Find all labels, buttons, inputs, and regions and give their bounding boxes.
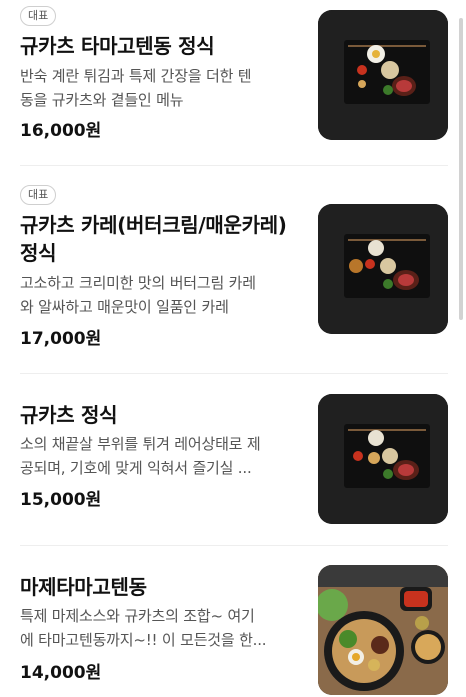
description-line: 공되며, 기호에 맞게 익혀서 즐기실 ...	[20, 459, 252, 477]
menu-item-photo[interactable]	[318, 204, 448, 334]
signature-badge: 대표	[20, 6, 57, 26]
menu-item-photo[interactable]	[318, 10, 448, 140]
description-line: 소의 채끝살 부위를 튀겨 레어상태로 제	[20, 435, 261, 453]
title-line: 정식	[20, 241, 57, 265]
menu-item-title: 마제타마고텐동	[20, 575, 147, 599]
menu-item-maze-tamago-tendon[interactable]: 마제타마고텐동 특제 마제소스와 규카츠의 조합~ 여기 에 타마고텐동까지~!…	[0, 545, 466, 697]
menu-item-title: 규카츠 정식	[20, 403, 118, 427]
menu-item-price: 17,000원	[20, 329, 102, 349]
scrollbar[interactable]	[459, 18, 463, 320]
menu-item-price: 14,000원	[20, 663, 102, 683]
menu-item-price: 16,000원	[20, 121, 102, 141]
menu-item-description: 고소하고 크리미한 맛의 버터그림 카레 와 알싸하고 매운맛이 일품인 카레	[20, 271, 305, 319]
title-line: 규카츠 카레(버터크림/매운카레)	[20, 213, 287, 237]
description-line: 에 타마고텐동까지~!! 이 모든것을 한...	[20, 631, 267, 649]
menu-item-title: 규카츠 타마고텐동 정식	[20, 34, 215, 58]
menu-item-price: 15,000원	[20, 490, 102, 510]
menu-item-description: 소의 채끝살 부위를 튀겨 레어상태로 제 공되며, 기호에 맞게 익혀서 즐기…	[20, 432, 305, 480]
menu-item-description: 반숙 계란 튀김과 특제 간장을 더한 텐 동을 규카츠와 곁들인 메뉴	[20, 64, 305, 112]
menu-item-photo[interactable]	[318, 565, 448, 695]
menu-item-description: 특제 마제소스와 규카츠의 조합~ 여기 에 타마고텐동까지~!! 이 모든것을…	[20, 604, 305, 652]
menu-item-gyukatsu-curry-set[interactable]: 대표 규카츠 카레(버터크림/매운카레) 정식 고소하고 크리미한 맛의 버터그…	[0, 165, 466, 373]
description-line: 고소하고 크리미한 맛의 버터그림 카레	[20, 274, 256, 292]
menu-item-gyukatsu-tamago-tendon-set[interactable]: 대표 규카츠 타마고텐동 정식 반숙 계란 튀김과 특제 간장을 더한 텐 동을…	[0, 0, 466, 165]
menu-item-title: 규카츠 카레(버터크림/매운카레) 정식	[20, 211, 305, 267]
menu-item-gyukatsu-set[interactable]: 규카츠 정식 소의 채끝살 부위를 튀겨 레어상태로 제 공되며, 기호에 맞게…	[0, 373, 466, 545]
menu-list: 대표 규카츠 타마고텐동 정식 반숙 계란 튀김과 특제 간장을 더한 텐 동을…	[0, 0, 466, 697]
description-line: 동을 규카츠와 곁들인 메뉴	[20, 91, 184, 109]
description-line: 특제 마제소스와 규카츠의 조합~ 여기	[20, 607, 255, 625]
signature-badge: 대표	[20, 185, 57, 205]
description-line: 반숙 계란 튀김과 특제 간장을 더한 텐	[20, 67, 252, 85]
menu-item-photo[interactable]	[318, 394, 448, 524]
description-line: 와 알싸하고 매운맛이 일품인 카레	[20, 298, 229, 316]
